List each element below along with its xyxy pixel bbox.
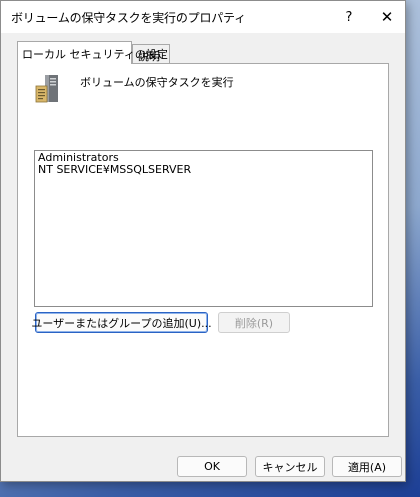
properties-dialog: ボリュームの保守タスクを実行のプロパティ ? ✕ ローカル セキュリティの設定 … (0, 0, 406, 482)
help-button[interactable]: ? (333, 1, 365, 33)
policy-name: ボリュームの保守タスクを実行 (80, 76, 234, 89)
list-item[interactable]: NT SERVICE¥MSSQLSERVER (38, 164, 369, 176)
apply-button[interactable]: 適用(A) (332, 456, 402, 477)
ok-button[interactable]: OK (177, 456, 247, 477)
tab-local-security-setting[interactable]: ローカル セキュリティの設定 (17, 41, 168, 64)
window-title: ボリュームの保守タスクを実行のプロパティ (11, 11, 246, 25)
close-button[interactable]: ✕ (371, 1, 403, 33)
cancel-button[interactable]: キャンセル (255, 456, 325, 477)
add-user-or-group-button[interactable]: ユーザーまたはグループの追加(U)... (31, 312, 212, 333)
title-bar[interactable]: ボリュームの保守タスクを実行のプロパティ ? ✕ (1, 1, 405, 33)
members-listbox[interactable]: Administrators NT SERVICE¥MSSQLSERVER (34, 150, 373, 307)
tab-panel: ボリュームの保守タスクを実行 Administrators NT SERVICE… (17, 63, 389, 437)
server-policy-icon (35, 75, 58, 103)
remove-button[interactable]: 削除(R) (218, 312, 290, 333)
